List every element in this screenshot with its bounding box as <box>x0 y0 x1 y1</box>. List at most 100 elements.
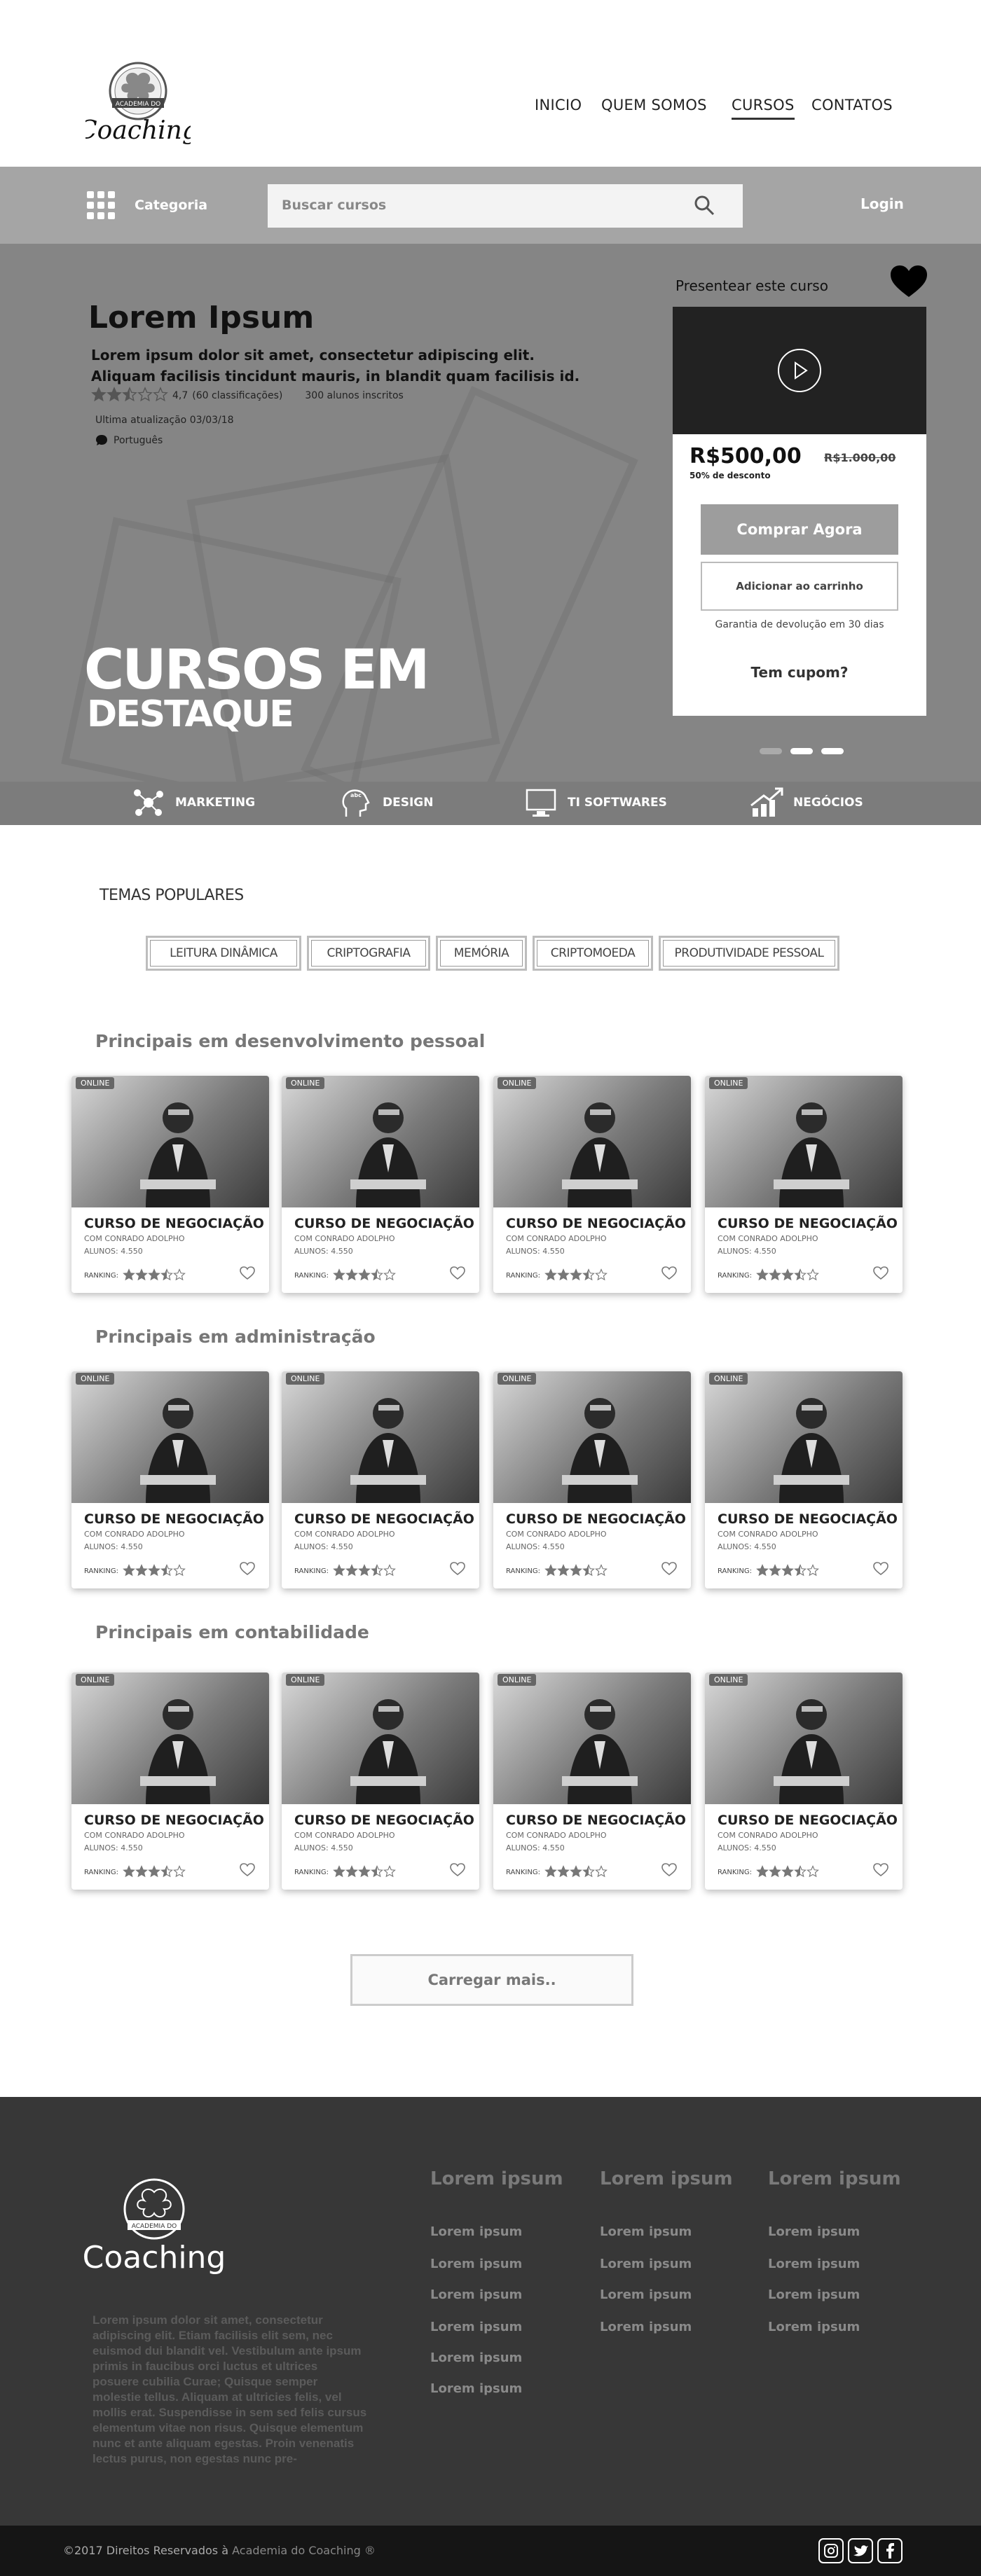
heart-icon[interactable] <box>873 1266 889 1280</box>
search-icon[interactable] <box>694 195 715 216</box>
footer-link[interactable]: Lorem ipsum <box>430 2320 522 2334</box>
footer-link[interactable]: Lorem ipsum <box>768 2224 860 2239</box>
footer-link[interactable]: Lorem ipsum <box>768 2320 860 2334</box>
star-icon <box>358 1268 371 1281</box>
category-button[interactable]: Categoria <box>135 198 207 213</box>
heart-icon[interactable] <box>661 1562 677 1576</box>
play-icon[interactable] <box>778 349 821 392</box>
course-card[interactable]: ONLINE CURSO DE NEGOCIAÇÃO COM CONRADO ADO… <box>705 1076 903 1293</box>
heart-icon[interactable] <box>240 1266 255 1280</box>
footer-link[interactable]: Lorem ipsum <box>768 2287 860 2302</box>
course-title[interactable]: CURSO DE NEGOCIAÇÃO <box>84 1813 264 1828</box>
heart-icon[interactable] <box>240 1863 255 1877</box>
ranking-label: RANKING: <box>718 1869 752 1876</box>
coupon-link[interactable]: Tem cupom? <box>701 664 898 681</box>
course-card[interactable]: ONLINE CURSO DE NEGOCIAÇÃO COM CONRADO ADO… <box>71 1371 269 1588</box>
course-card[interactable]: ONLINE CURSO DE NEGOCIAÇÃO COM CONRADO ADO… <box>71 1076 269 1293</box>
footer-link[interactable]: Lorem ipsum <box>600 2224 692 2239</box>
course-card[interactable]: ONLINE CURSO DE NEGOCIAÇÃO COM CONRADO ADO… <box>493 1076 691 1293</box>
site-logo[interactable]: ACADEMIA DO Coaching <box>78 60 198 150</box>
course-card[interactable]: ONLINE CURSO DE NEGOCIAÇÃO COM CONRADO ADO… <box>282 1371 479 1588</box>
online-badge: ONLINE <box>709 1373 748 1385</box>
tag-leitura[interactable]: LEITURA DINÂMICA <box>146 936 301 971</box>
course-card[interactable]: ONLINE CURSO DE NEGOCIAÇÃO COM CONRADO ADO… <box>71 1673 269 1890</box>
carousel-dot-3[interactable] <box>821 748 844 754</box>
heart-icon[interactable] <box>890 265 928 298</box>
heart-icon[interactable] <box>873 1863 889 1877</box>
ranking-label: RANKING: <box>506 1869 540 1876</box>
heart-icon[interactable] <box>450 1863 465 1877</box>
course-title[interactable]: CURSO DE NEGOCIAÇÃO <box>84 1216 264 1231</box>
login-link[interactable]: Login <box>860 195 904 212</box>
course-title[interactable]: CURSO DE NEGOCIAÇÃO <box>506 1216 686 1231</box>
course-title[interactable]: CURSO DE NEGOCIAÇÃO <box>84 1511 264 1527</box>
nav-contatos[interactable]: CONTATOS <box>811 97 893 113</box>
tag-criptomoeda[interactable]: CRIPTOMOEDA <box>533 936 653 971</box>
course-teacher: COM CONRADO ADOLPHO <box>294 1831 395 1840</box>
tag-memoria[interactable]: MEMÓRIA <box>436 936 527 971</box>
footer-link[interactable]: Lorem ipsum <box>768 2257 860 2271</box>
course-title[interactable]: CURSO DE NEGOCIAÇÃO <box>294 1511 474 1527</box>
category-design[interactable]: abc DESIGN <box>339 787 433 818</box>
course-students: ALUNOS: 4.550 <box>84 1542 143 1551</box>
star-icon <box>333 1268 345 1281</box>
facebook-icon[interactable] <box>877 2538 903 2563</box>
carousel-dot-2[interactable] <box>790 748 813 754</box>
heart-icon[interactable] <box>450 1266 465 1280</box>
online-badge: ONLINE <box>709 1674 748 1686</box>
star-icon <box>137 387 153 402</box>
course-title[interactable]: CURSO DE NEGOCIAÇÃO <box>294 1813 474 1828</box>
course-title[interactable]: CURSO DE NEGOCIAÇÃO <box>718 1216 898 1231</box>
course-title[interactable]: CURSO DE NEGOCIAÇÃO <box>718 1813 898 1828</box>
course-photo <box>562 1398 638 1503</box>
course-card[interactable]: ONLINE CURSO DE NEGOCIAÇÃO COM CONRADO ADO… <box>282 1673 479 1890</box>
course-photo <box>350 1102 426 1207</box>
course-title[interactable]: CURSO DE NEGOCIAÇÃO <box>506 1511 686 1527</box>
footer-link[interactable]: Lorem ipsum <box>600 2287 692 2302</box>
category-marketing[interactable]: MARKETING <box>132 787 255 818</box>
course-card[interactable]: ONLINE CURSO DE NEGOCIAÇÃO COM CONRADO ADO… <box>493 1673 691 1890</box>
nav-cursos[interactable]: CURSOS <box>732 97 795 120</box>
heart-icon[interactable] <box>873 1562 889 1576</box>
course-card[interactable]: ONLINE CURSO DE NEGOCIAÇÃO COM CONRADO ADO… <box>705 1371 903 1588</box>
gift-link[interactable]: Presentear este curso <box>675 277 828 294</box>
buy-now-button[interactable]: Comprar Agora <box>701 504 898 555</box>
copyright-brand[interactable]: Academia do Coaching ® <box>232 2544 376 2557</box>
course-title[interactable]: CURSO DE NEGOCIAÇÃO <box>294 1216 474 1231</box>
instagram-icon[interactable] <box>818 2538 844 2563</box>
star-icon <box>123 1564 135 1577</box>
nav-inicio[interactable]: INICIO <box>535 97 582 113</box>
course-teacher: COM CONRADO ADOLPHO <box>718 1234 818 1243</box>
course-title[interactable]: CURSO DE NEGOCIAÇÃO <box>506 1813 686 1828</box>
footer-link[interactable]: Lorem ipsum <box>430 2381 522 2396</box>
add-to-cart-button[interactable]: Adicionar ao carrinho <box>701 562 898 611</box>
category-negocios[interactable]: NEGÓCIOS <box>750 787 863 818</box>
footer-link[interactable]: Lorem ipsum <box>430 2350 522 2365</box>
course-card[interactable]: ONLINE CURSO DE NEGOCIAÇÃO COM CONRADO ADO… <box>493 1371 691 1588</box>
course-students: ALUNOS: 4.550 <box>294 1247 353 1256</box>
heart-icon[interactable] <box>661 1266 677 1280</box>
heart-icon[interactable] <box>240 1562 255 1576</box>
nav-quem-somos[interactable]: QUEM SOMOS <box>601 97 707 113</box>
heart-icon[interactable] <box>450 1562 465 1576</box>
footer-logo[interactable]: ACADEMIA DO Coaching <box>83 2171 231 2283</box>
star-icon <box>148 1564 160 1577</box>
carousel-dot-1[interactable] <box>760 748 782 754</box>
tag-criptografia[interactable]: CRIPTOGRAFIA <box>307 936 430 971</box>
footer-link[interactable]: Lorem ipsum <box>430 2224 522 2239</box>
online-badge: ONLINE <box>76 1674 115 1686</box>
footer-link[interactable]: Lorem ipsum <box>600 2257 692 2271</box>
grid-icon[interactable] <box>87 191 115 219</box>
footer-link[interactable]: Lorem ipsum <box>600 2320 692 2334</box>
footer-link[interactable]: Lorem ipsum <box>430 2257 522 2271</box>
heart-icon[interactable] <box>661 1863 677 1877</box>
course-card[interactable]: ONLINE CURSO DE NEGOCIAÇÃO COM CONRADO ADO… <box>282 1076 479 1293</box>
course-photo <box>774 1398 849 1503</box>
category-ti[interactable]: TI SOFTWARES <box>524 787 667 818</box>
course-title[interactable]: CURSO DE NEGOCIAÇÃO <box>718 1511 898 1527</box>
tag-produtividade[interactable]: PRODUTIVIDADE PESSOAL <box>659 936 839 971</box>
course-card[interactable]: ONLINE CURSO DE NEGOCIAÇÃO COM CONRADO ADO… <box>705 1673 903 1890</box>
twitter-icon[interactable] <box>848 2538 873 2563</box>
footer-link[interactable]: Lorem ipsum <box>430 2287 522 2302</box>
load-more-button[interactable]: Carregar mais.. <box>350 1954 633 2006</box>
